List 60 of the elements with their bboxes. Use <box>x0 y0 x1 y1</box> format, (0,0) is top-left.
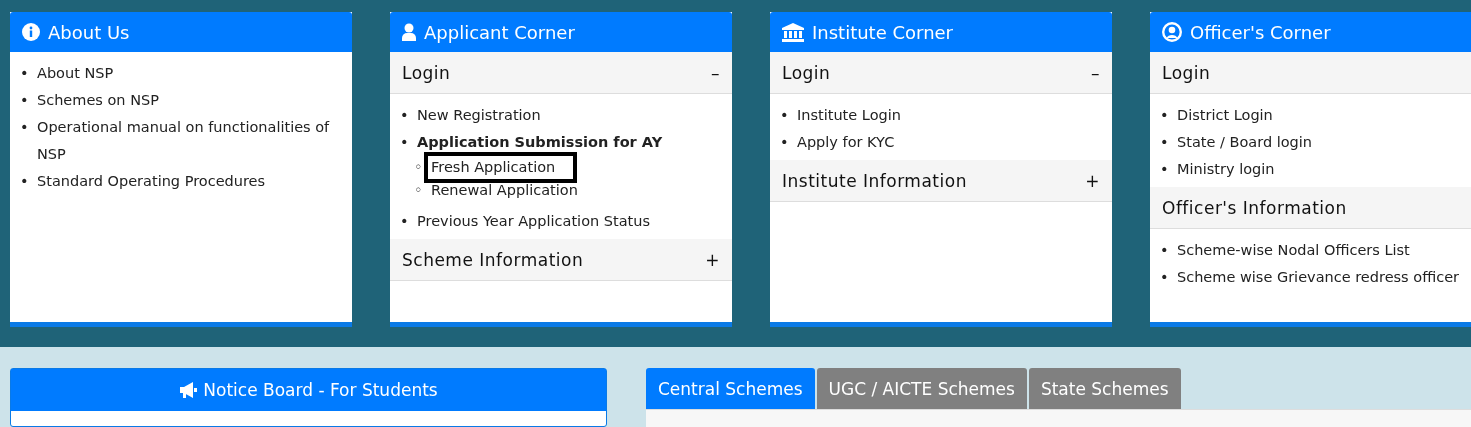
list-link[interactable]: Scheme-wise Nodal Officers List <box>1177 237 1471 264</box>
toggle-sign: – <box>1091 62 1100 83</box>
list-link[interactable]: Schemes on NSP <box>37 87 348 114</box>
bullet: • <box>1160 106 1170 125</box>
accordion-header[interactable]: Login <box>1150 52 1471 94</box>
card-title: Institute Corner <box>812 21 954 43</box>
toggle-sign: + <box>705 249 720 270</box>
accordion-header[interactable]: Institute Information + <box>770 160 1112 202</box>
section-title: Login <box>1162 62 1211 83</box>
notice-title: Notice Board - For Students <box>203 380 438 400</box>
toggle-sign: – <box>711 62 720 83</box>
bank-icon <box>782 22 804 42</box>
user-icon <box>402 23 416 41</box>
bullet: ◦ <box>414 158 424 177</box>
bullet: ◦ <box>414 181 424 200</box>
megaphone-icon <box>179 382 198 398</box>
list-link[interactable]: New Registration <box>417 102 728 129</box>
accordion-header[interactable]: Scheme Information + <box>390 239 732 281</box>
accordion-header[interactable]: Login – <box>390 52 732 94</box>
bullet: • <box>20 118 30 137</box>
user-circle-icon <box>1162 22 1182 42</box>
list-link[interactable]: State / Board login <box>1177 129 1471 156</box>
scheme-tab[interactable]: Central Schemes <box>646 368 815 409</box>
list-link[interactable]: Apply for KYC <box>797 129 1108 156</box>
list-link[interactable]: Institute Login <box>797 102 1108 129</box>
section-title: Officer's Information <box>1162 197 1347 218</box>
card-title: About Us <box>48 21 130 43</box>
list-link[interactable]: Application Submission for AY <box>417 129 728 156</box>
info-icon <box>22 23 40 41</box>
list-link[interactable]: Operational manual on functionalities of NSP <box>37 114 348 168</box>
scheme-tab[interactable]: UGC / AICTE Schemes <box>816 368 1027 409</box>
toggle-sign: + <box>1085 170 1100 191</box>
bullet: • <box>20 172 30 191</box>
list-link[interactable]: Renewal Application <box>431 179 578 202</box>
bullet: • <box>400 133 410 152</box>
bullet: • <box>1160 160 1170 179</box>
accordion-header[interactable]: Officer's Information <box>1150 187 1471 229</box>
list-link[interactable]: Ministry login <box>1177 156 1471 183</box>
bullet: • <box>1160 268 1170 287</box>
bullet: • <box>1160 241 1170 260</box>
bullet: • <box>780 106 790 125</box>
list-link[interactable]: District Login <box>1177 102 1471 129</box>
list-link[interactable]: Standard Operating Procedures <box>37 168 348 195</box>
list-link[interactable]: Scheme wise Grievance redress officer <box>1177 264 1471 291</box>
scheme-tab[interactable]: State Schemes <box>1028 368 1181 409</box>
section-title: Scheme Information <box>402 249 584 270</box>
bullet: • <box>400 212 410 231</box>
card-title: Applicant Corner <box>424 21 575 43</box>
bullet: • <box>20 64 30 83</box>
section-title: Login <box>782 62 831 83</box>
bullet: • <box>20 91 30 110</box>
bullet: • <box>400 106 410 125</box>
bullet: • <box>780 133 790 152</box>
list-link[interactable]: Previous Year Application Status <box>417 208 728 235</box>
card-title: Officer's Corner <box>1190 21 1331 43</box>
bullet: • <box>1160 133 1170 152</box>
section-title: Login <box>402 62 451 83</box>
accordion-header[interactable]: Login – <box>770 52 1112 94</box>
section-title: Institute Information <box>782 170 967 191</box>
list-link[interactable]: About NSP <box>37 60 348 87</box>
